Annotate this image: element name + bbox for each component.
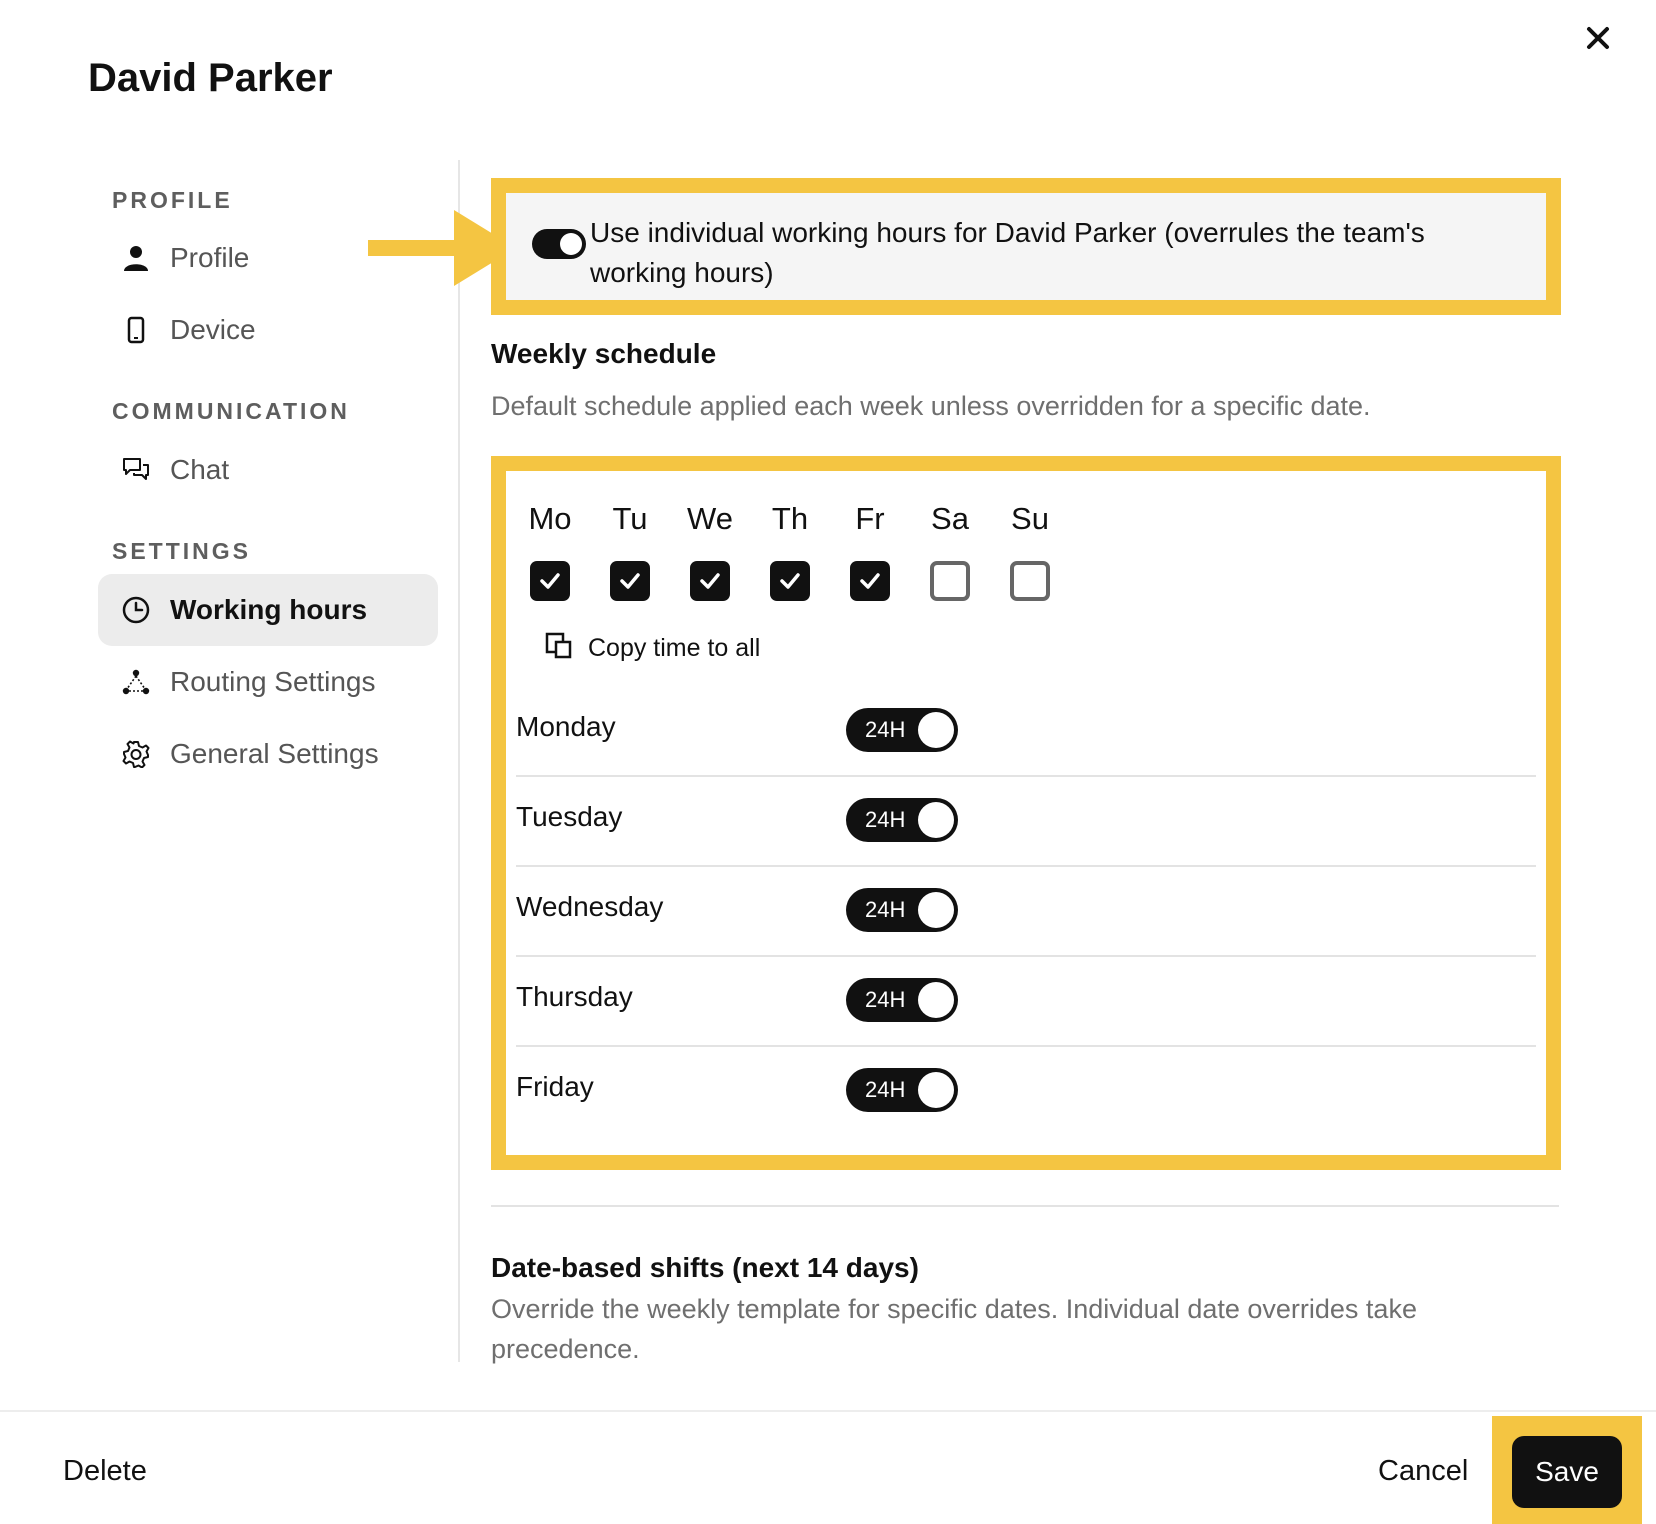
toggle-knob <box>918 892 954 928</box>
sidebar-item-general-settings[interactable]: General Settings <box>98 718 438 790</box>
toggle-knob <box>918 982 954 1018</box>
cancel-button[interactable]: Cancel <box>1378 1455 1468 1488</box>
toggle-label: 24H <box>865 717 906 742</box>
day-label-th: Th <box>771 501 809 536</box>
day-row-name: Thursday <box>516 981 633 1012</box>
24h-toggle-friday[interactable]: 24H <box>846 1068 958 1112</box>
sidebar-item-working-hours[interactable]: Working hours <box>98 574 438 646</box>
section-label-profile: PROFILE <box>112 187 233 213</box>
section-label-settings: SETTINGS <box>112 538 252 564</box>
sidebar-item-label: Device <box>170 314 256 345</box>
day-row-thursday: Thursday 24H <box>516 955 1536 1047</box>
copy-icon <box>544 631 574 666</box>
page-title: David Parker <box>88 56 333 100</box>
day-row-name: Monday <box>516 711 616 742</box>
sidebar-item-label: Working hours <box>170 594 368 625</box>
day-checkbox-th[interactable] <box>770 561 810 601</box>
sidebar-item-device[interactable]: Device <box>98 294 438 366</box>
day-label-tu: Tu <box>612 501 648 536</box>
day-checkbox-su[interactable] <box>1010 561 1050 601</box>
sidebar-item-label: Chat <box>170 454 230 485</box>
close-icon[interactable] <box>1580 20 1616 56</box>
day-checkbox-fr[interactable] <box>850 561 890 601</box>
day-row-name: Friday <box>516 1071 594 1102</box>
day-checkbox-we[interactable] <box>690 561 730 601</box>
checkmark-icon <box>860 573 880 589</box>
sidebar-item-label: Routing Settings <box>170 666 376 697</box>
day-row-monday: Monday 24H <box>516 685 1536 777</box>
day-row-tuesday: Tuesday 24H <box>516 775 1536 867</box>
day-checkbox-tu[interactable] <box>610 561 650 601</box>
save-highlight: Save <box>1492 1416 1642 1524</box>
day-label-fr: Fr <box>855 501 885 536</box>
checkmark-icon <box>540 573 560 589</box>
checkmark-icon <box>700 573 720 589</box>
individual-hours-toggle[interactable] <box>532 229 586 259</box>
clock-icon <box>122 596 150 624</box>
toggle-knob <box>918 712 954 748</box>
24h-toggle-thursday[interactable]: 24H <box>846 978 958 1022</box>
phone-icon <box>122 316 150 344</box>
individual-hours-label: Use individual working hours for David P… <box>590 217 1425 288</box>
sidebar-item-routing-settings[interactable]: Routing Settings <box>98 646 438 718</box>
sidebar-item-chat[interactable]: Chat <box>98 434 438 506</box>
section-divider <box>491 1205 1559 1207</box>
day-row-name: Tuesday <box>516 801 623 832</box>
day-row-wednesday: Wednesday 24H <box>516 865 1536 957</box>
toggle-label: 24H <box>865 1077 906 1102</box>
toggle-knob <box>918 1072 954 1108</box>
24h-toggle-wednesday[interactable]: 24H <box>846 888 958 932</box>
copy-time-to-all-button[interactable]: Copy time to all <box>544 631 760 666</box>
checkmark-icon <box>620 573 640 589</box>
checkmark-icon <box>780 573 800 589</box>
person-icon <box>122 244 150 272</box>
weekly-schedule-description: Default schedule applied each week unles… <box>491 391 1371 421</box>
sidebar: PROFILE Profile Device COMMUNICATION Cha… <box>0 160 460 1362</box>
day-row-name: Wednesday <box>516 891 664 922</box>
gear-icon <box>122 740 150 768</box>
date-shifts-title: Date-based shifts (next 14 days) <box>491 1252 919 1283</box>
copy-time-label: Copy time to all <box>588 634 761 662</box>
toggle-label: 24H <box>865 897 906 922</box>
weekly-schedule-panel: Mo Tu We Th Fr Sa Su Copy time to all Mo… <box>491 456 1561 1170</box>
day-row-friday: Friday 24H <box>516 1045 1536 1135</box>
day-checkbox-sa[interactable] <box>930 561 970 601</box>
section-label-communication: COMMUNICATION <box>112 398 350 424</box>
sidebar-item-label: Profile <box>170 242 250 273</box>
individual-hours-panel: Use individual working hours for David P… <box>491 178 1561 315</box>
day-label-we: We <box>687 501 733 536</box>
day-label-su: Su <box>1011 501 1049 536</box>
day-label-mo: Mo <box>528 501 572 536</box>
toggle-label: 24H <box>865 807 906 832</box>
day-label-sa: Sa <box>931 501 969 536</box>
toggle-knob <box>560 233 582 255</box>
date-shifts-description: Override the weekly template for specifi… <box>491 1294 1417 1364</box>
routing-icon <box>122 668 150 696</box>
chat-icon <box>122 456 150 484</box>
day-checkbox-mo[interactable] <box>530 561 570 601</box>
24h-toggle-monday[interactable]: 24H <box>846 708 958 752</box>
weekly-schedule-title: Weekly schedule <box>491 338 717 369</box>
footer-divider <box>0 1410 1656 1412</box>
toggle-knob <box>918 802 954 838</box>
toggle-label: 24H <box>865 987 906 1012</box>
save-button[interactable]: Save <box>1512 1436 1622 1508</box>
delete-button[interactable]: Delete <box>63 1455 147 1488</box>
24h-toggle-tuesday[interactable]: 24H <box>846 798 958 842</box>
sidebar-item-label: General Settings <box>170 738 379 769</box>
